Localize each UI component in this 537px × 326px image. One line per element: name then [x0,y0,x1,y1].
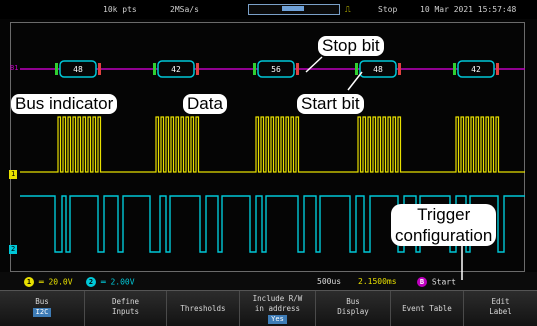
callout-data: Data [183,94,227,114]
callout-bus-indicator: Bus indicator [11,94,118,114]
callout-trigger-line2: configuration [395,226,493,245]
callout-stop-bit: Stop bit [318,36,384,56]
oscilloscope-screen: 10k pts 2MSa/s ⎍ Stop 10 Mar 2021 15:57:… [0,0,537,326]
callout-trigger-configuration: Trigger configuration [391,204,497,246]
callout-trigger-line1: Trigger [417,205,471,224]
callout-start-bit: Start bit [297,94,364,114]
callout-leader-lines [305,56,463,280]
